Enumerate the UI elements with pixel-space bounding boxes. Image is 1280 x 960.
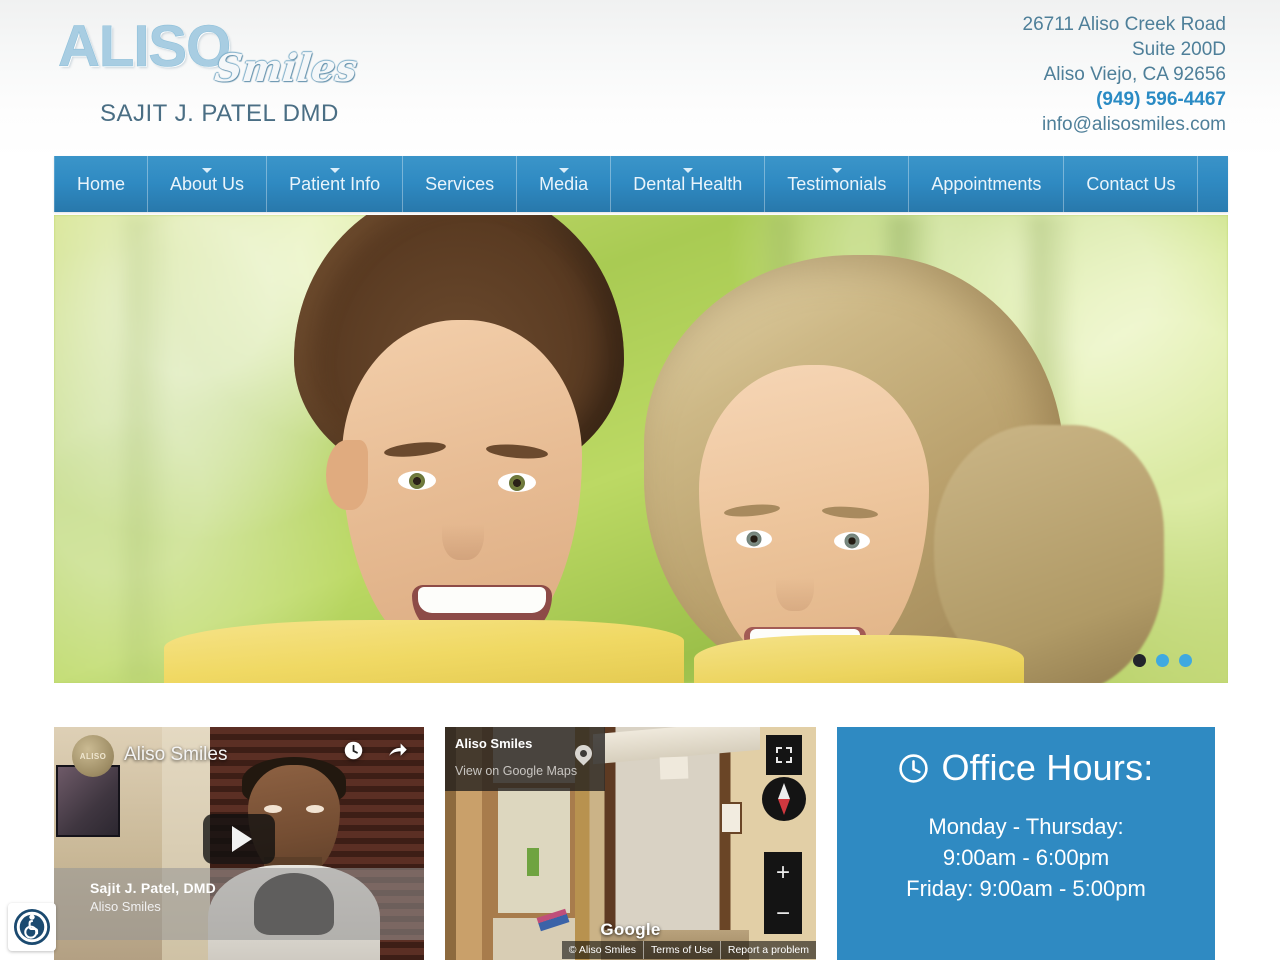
nav-item-media[interactable]: Media (517, 156, 612, 212)
nav-item-testimonials[interactable]: Testimonials (765, 156, 910, 212)
chevron-down-icon (682, 168, 693, 173)
chevron-down-icon (329, 168, 340, 173)
accessibility-widget-button[interactable] (8, 903, 56, 951)
google-logo: Google (600, 920, 661, 939)
chevron-down-icon (558, 168, 569, 173)
office-hours-lines: Monday - Thursday: 9:00am - 6:00pm Frida… (837, 811, 1215, 904)
logo-primary-text: ALISO (58, 14, 232, 79)
nav-item-label: Appointments (931, 173, 1042, 194)
compass-control[interactable] (762, 777, 806, 821)
video-channel-avatar[interactable]: ALISO (72, 735, 114, 777)
street-view-paper (659, 756, 689, 780)
hero-slider[interactable] (54, 215, 1228, 683)
share-icon[interactable] (386, 740, 410, 761)
play-button[interactable] (203, 813, 275, 864)
nav-item-label: Services (425, 173, 495, 194)
address-line-3: Aliso Viejo, CA 92656 (1043, 64, 1226, 85)
view-on-google-maps-link[interactable]: View on Google Maps (455, 764, 595, 778)
google-street-view-embed[interactable]: Aliso Smiles View on Google Maps + − Goo… (445, 727, 816, 960)
map-report-link[interactable]: Report a problem (719, 941, 816, 959)
header-contact-info: 26711 Aliso Creek Road Suite 200D Aliso … (806, 12, 1227, 137)
nav-item-home[interactable]: Home (54, 156, 149, 212)
chevron-down-icon (831, 168, 842, 173)
clock-icon (899, 753, 929, 783)
site-logo[interactable]: ALISO Smiles SAJIT J. PATEL DMD (50, 12, 380, 127)
map-place-name: Aliso Smiles (455, 736, 533, 751)
office-hours-heading: Office Hours: (837, 727, 1215, 789)
nav-item-label: Testimonials (787, 173, 887, 194)
clock-icon[interactable] (343, 740, 364, 761)
street-view-wall-frame (719, 801, 742, 834)
street-view-green-label (526, 848, 539, 877)
content-row: ALISO Aliso Smiles Sajit J. Patel, DMD A… (54, 727, 1228, 960)
page-root: ALISO Smiles SAJIT J. PATEL DMD 26711 Al… (0, 0, 1280, 960)
fullscreen-icon (776, 747, 792, 763)
video-embed[interactable]: ALISO Aliso Smiles Sajit J. Patel, DMD A… (54, 727, 424, 960)
nav-item-label: Patient Info (289, 173, 381, 194)
address-line-2: Suite 200D (1131, 39, 1226, 60)
wheelchair-icon (13, 908, 51, 946)
map-footer-links: © Aliso Smiles Terms of Use Report a pro… (445, 940, 816, 960)
nav-item-appointments[interactable]: Appointments (909, 156, 1065, 212)
nav-item-label: Media (539, 173, 589, 194)
video-caption-name: Sajit J. Patel, DMD (90, 880, 216, 896)
nav-item-label: Dental Health (633, 173, 743, 194)
logo-script-text: Smiles (212, 45, 360, 90)
video-caption: Sajit J. Patel, DMD Aliso Smiles (54, 868, 424, 940)
main-navigation: Home About Us Patient Info Services Media Den… (54, 156, 1228, 212)
nav-item-patient-info[interactable]: Patient Info (267, 156, 404, 212)
nav-item-about-us[interactable]: About Us (148, 156, 268, 212)
video-top-controls (343, 740, 410, 761)
nav-item-contact-us[interactable]: Contact Us (1064, 156, 1199, 212)
email-link[interactable]: info@alisosmiles.com (806, 112, 1226, 137)
video-title[interactable]: Aliso Smiles (124, 744, 227, 766)
fullscreen-button[interactable] (766, 735, 802, 775)
office-hours-line-1: Monday - Thursday: (928, 814, 1124, 839)
video-caption-subtitle: Aliso Smiles (90, 899, 161, 914)
address-line-1: 26711 Aliso Creek Road (1022, 14, 1227, 35)
chevron-down-icon (202, 168, 213, 173)
logo-doctor-name: SAJIT J. PATEL DMD (100, 100, 339, 127)
nav-item-services[interactable]: Services (403, 156, 518, 212)
nav-item-label: Home (77, 173, 126, 194)
hero-dot-2[interactable] (1156, 654, 1169, 667)
nav-item-label: Contact Us (1086, 173, 1176, 194)
hero-slider-dots (1133, 654, 1192, 667)
nav-item-label: About Us (170, 173, 245, 194)
video-channel-badge-text: ALISO (79, 751, 107, 761)
site-header: ALISO Smiles SAJIT J. PATEL DMD 26711 Al… (0, 0, 1280, 160)
hero-dot-3[interactable] (1179, 654, 1192, 667)
office-hours-line-3: Friday: 9:00am - 5:00pm (906, 876, 1146, 901)
hero-dot-1[interactable] (1133, 654, 1146, 667)
map-attribution: © Aliso Smiles (561, 941, 644, 959)
map-terms-link[interactable]: Terms of Use (643, 941, 720, 959)
office-hours-line-2: 9:00am - 6:00pm (942, 845, 1110, 870)
phone-link[interactable]: (949) 596-4467 (806, 87, 1226, 112)
office-hours-panel: Office Hours: Monday - Thursday: 9:00am … (837, 727, 1215, 960)
nav-item-dental-health[interactable]: Dental Health (611, 156, 766, 212)
zoom-in-button[interactable]: + (764, 852, 802, 893)
office-hours-title-text: Office Hours: (941, 747, 1154, 788)
